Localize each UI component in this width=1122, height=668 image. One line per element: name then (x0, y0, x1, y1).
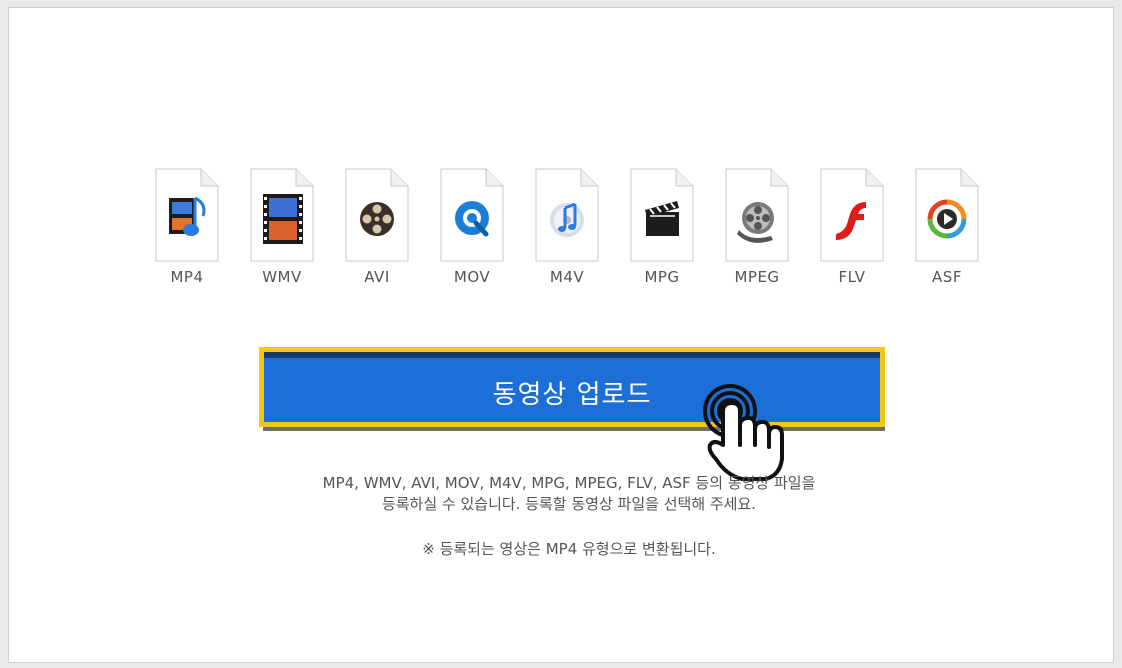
format-mov: MOV (432, 162, 512, 297)
conversion-note: ※ 등록되는 영상은 MP4 유형으로 변환됩니다. (422, 540, 716, 558)
format-mpg: MPG (622, 162, 702, 297)
wmv-film-strip-icon (250, 168, 314, 262)
format-label: AVI (364, 268, 390, 286)
clapperboard-icon (630, 168, 694, 262)
format-label: WMV (262, 268, 302, 286)
format-label: MPEG (734, 268, 780, 286)
description-line-2: 등록하실 수 있습니다. 등록할 동영상 파일을 선택해 주세요. (381, 495, 757, 513)
format-m4v: M4V (527, 162, 607, 297)
format-label: ASF (932, 268, 962, 286)
mp4-film-music-icon (155, 168, 219, 262)
upload-panel: MP4 WMV AVI MOV M4V MPG MPEG FLV ASF 동영상… (8, 7, 1114, 663)
format-label: MP4 (170, 268, 204, 286)
quicktime-icon (440, 168, 504, 262)
format-wmv: WMV (242, 162, 322, 297)
film-reel-icon (725, 168, 789, 262)
flash-icon (820, 168, 884, 262)
format-asf: ASF (907, 162, 987, 297)
format-avi: AVI (337, 162, 417, 297)
format-mp4: MP4 (147, 162, 227, 297)
windows-media-play-icon (915, 168, 979, 262)
format-label: MPG (644, 268, 680, 286)
supported-formats: MP4 WMV AVI MOV M4V MPG MPEG FLV ASF (147, 162, 987, 302)
format-label: MOV (453, 268, 491, 286)
format-mpeg: MPEG (717, 162, 797, 297)
format-label: M4V (549, 268, 585, 286)
button-top-edge (264, 352, 880, 358)
itunes-disc-icon (535, 168, 599, 262)
format-label: FLV (838, 268, 866, 286)
description-line-1: MP4, WMV, AVI, MOV, M4V, MPG, MPEG, FLV,… (322, 474, 816, 492)
avi-film-reel-icon (345, 168, 409, 262)
pointer-hand-icon (703, 384, 784, 481)
format-flv: FLV (812, 162, 892, 297)
